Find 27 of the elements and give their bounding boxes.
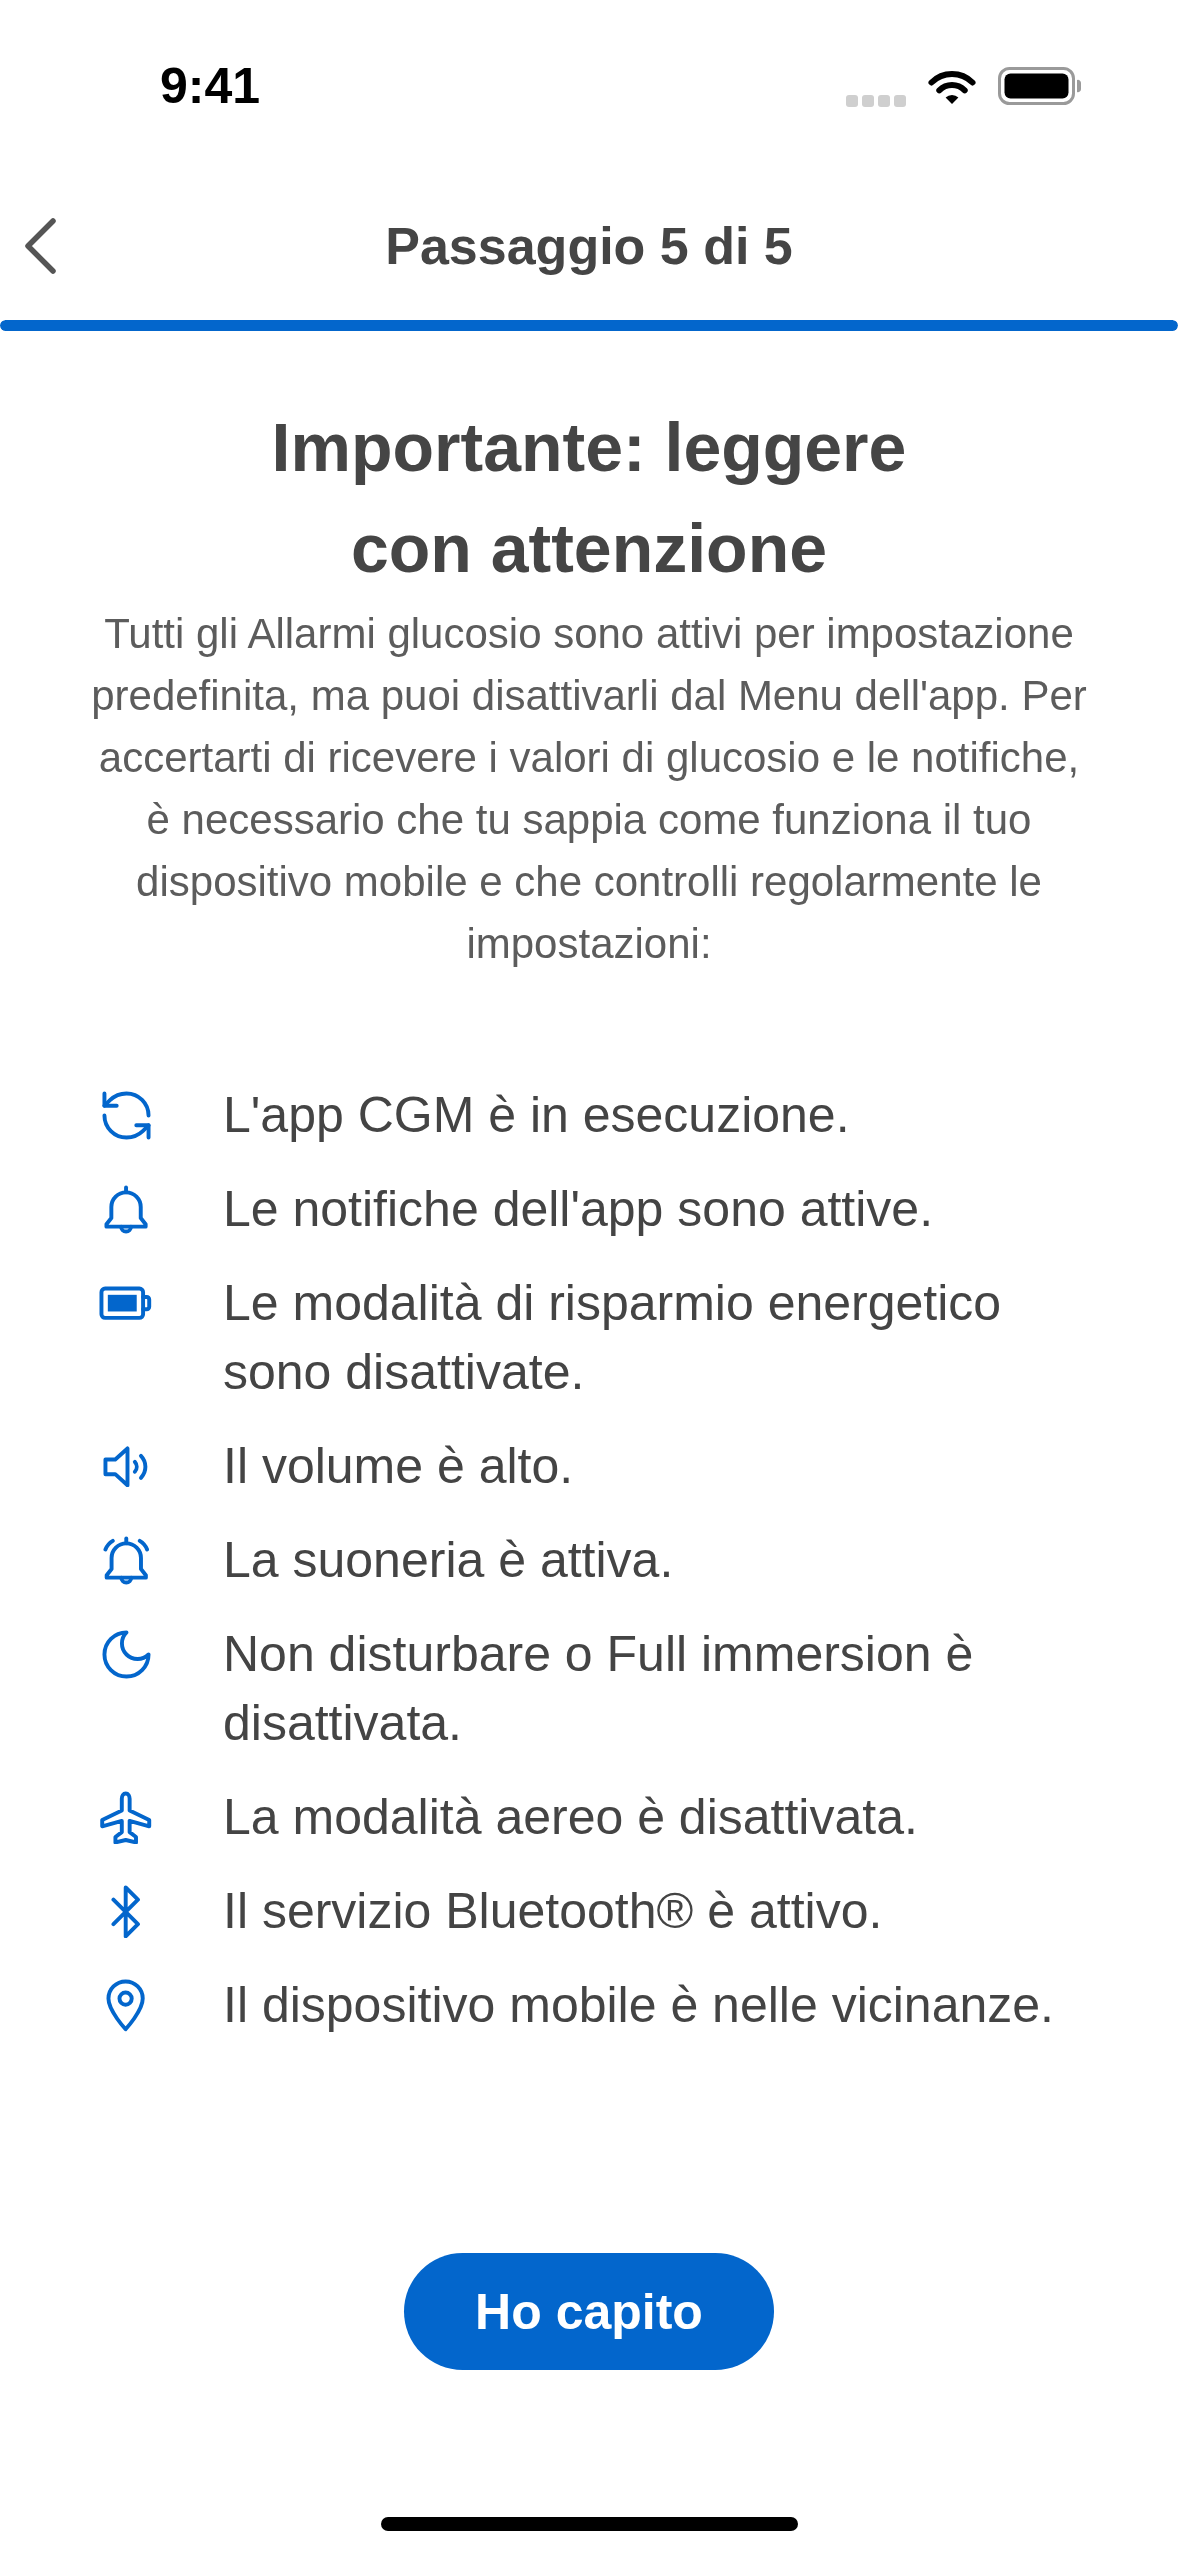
confirm-button[interactable]: Ho capito <box>404 2253 774 2370</box>
airplane-icon <box>100 1790 152 1845</box>
checklist-text: La suoneria è attiva. <box>223 1531 674 1590</box>
moon-icon <box>101 1630 151 1679</box>
checklist-text: Il servizio Bluetooth® è attivo. <box>223 1882 883 1941</box>
battery-icon <box>998 67 1082 105</box>
speaker-icon <box>103 1445 149 1488</box>
checklist-text: Le modalità di risparmio energetico sono disattivate. <box>223 1274 1003 1402</box>
chevron-left-icon <box>23 217 57 275</box>
checklist-text: La modalità aereo è disattivata. <box>223 1788 918 1847</box>
page-heading: Importante: leggere con attenzione <box>270 408 908 588</box>
back-button[interactable] <box>23 217 57 275</box>
location-pin-icon <box>106 1979 146 2032</box>
checklist-text: Il dispositivo mobile è nelle vicinanze. <box>223 1976 1054 2035</box>
intro-text: Tutti gli Allarmi glucosio sono attivi per impostazione predefinita, ma puoi disattivarli dal Menu dell'app. Per accertarti di ricevere i valori di glucosio e le notifiche, è necessario che tu sappia come funziona il tuo dispositivo mobile e che controlli regolarmente le impostazioni: <box>90 609 1088 969</box>
refresh-icon <box>101 1091 151 1140</box>
checklist-text: L'app CGM è in esecuzione. <box>223 1086 850 1145</box>
step-title: Passaggio 5 di 5 <box>385 216 793 276</box>
status-time: 9:41 <box>160 57 261 115</box>
alarm-bell-icon <box>102 1536 150 1585</box>
checklist-text: Le notifiche dell'app sono attive. <box>223 1180 934 1239</box>
battery-icon <box>99 1286 153 1321</box>
bluetooth-icon <box>111 1884 141 1939</box>
checklist-text: Non disturbare o Full immersion è disattivata. <box>223 1625 975 1753</box>
signal-icon <box>846 95 906 107</box>
checklist-text: Il volume è alto. <box>223 1437 574 1496</box>
bell-icon <box>103 1185 149 1234</box>
